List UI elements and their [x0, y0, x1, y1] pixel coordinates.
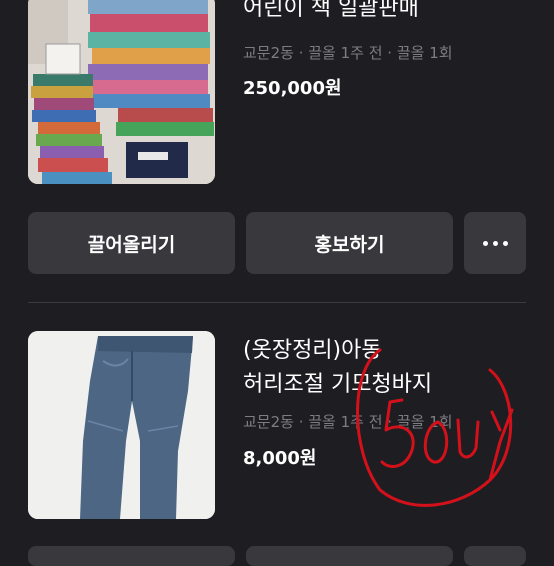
promote-button[interactable]: 홍보하기 — [246, 212, 453, 274]
books-photo — [28, 0, 215, 184]
jeans-photo — [28, 331, 215, 519]
bump-button-label: 끌어올리기 — [87, 233, 176, 256]
promote-button[interactable] — [246, 546, 453, 566]
listing-title[interactable]: 어린이 책 일괄판매 — [243, 0, 419, 26]
bump-button[interactable]: 끌어올리기 — [28, 212, 235, 274]
more-button[interactable] — [464, 212, 526, 274]
listing-price: 8,000원 — [243, 448, 317, 469]
bump-button[interactable] — [28, 546, 235, 566]
promote-button-label: 홍보하기 — [314, 233, 385, 256]
more-button[interactable] — [464, 546, 526, 566]
divider — [28, 302, 526, 303]
annotation-scribble — [356, 348, 514, 507]
listing-price: 250,000원 — [243, 78, 342, 99]
listing-meta: 교문2동 · 끌올 1주 전 · 끌올 1회 — [243, 44, 453, 62]
listing-thumbnail-jeans[interactable] — [28, 331, 215, 519]
more-icon — [482, 240, 508, 246]
listing-thumbnail-books[interactable] — [28, 0, 215, 184]
